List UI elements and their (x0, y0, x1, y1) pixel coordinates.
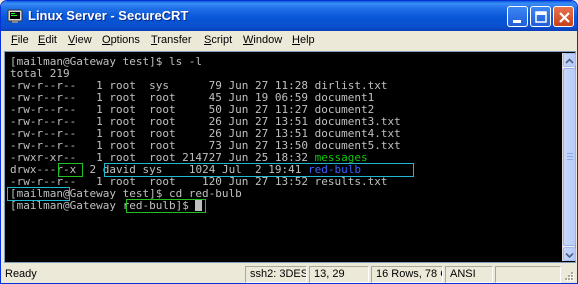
minimize-button[interactable] (507, 6, 528, 27)
securecrt-window: Linux Server - SecureCRT File Edit View … (0, 0, 578, 284)
terminal-frame: [mailman@Gateway test]$ ls -l total 219 … (4, 51, 576, 263)
scrollbar-grip-line (567, 159, 573, 160)
scrollbar-grip-line (567, 156, 573, 157)
close-icon (559, 12, 570, 23)
menu-options[interactable]: Options (102, 34, 140, 46)
menu-edit[interactable]: Edit (38, 34, 57, 46)
menu-file-label: ile (17, 34, 29, 46)
securecrt-app-icon[interactable] (7, 8, 23, 24)
scroll-down-button[interactable] (563, 247, 576, 261)
menu-window-accel: W (243, 34, 254, 46)
status-empty-panel (495, 266, 561, 283)
red-bulb-entry-highlight-box (104, 163, 414, 177)
menu-view[interactable]: View (68, 34, 92, 46)
maximize-icon (535, 11, 547, 23)
menu-options-label: ptions (110, 34, 140, 46)
menu-script[interactable]: Script (204, 34, 232, 46)
status-cursor-position: 13, 29 (309, 266, 369, 283)
mailman-user-highlight-box (7, 187, 70, 201)
menu-bar: File Edit View Options Transfer Script W… (4, 31, 574, 50)
scroll-up-arrow-icon (565, 58, 574, 64)
menu-options-accel: O (102, 34, 111, 46)
menu-help[interactable]: Help (292, 34, 315, 46)
vertical-scrollbar[interactable] (562, 53, 576, 261)
maximize-button[interactable] (530, 6, 551, 27)
prompt-dir-highlight-box (126, 199, 206, 213)
menu-transfer[interactable]: Transfer (151, 34, 192, 46)
status-terminal-size: 16 Rows, 78 Cols (371, 266, 443, 283)
scroll-up-button[interactable] (563, 53, 576, 67)
menu-view-label: iew (75, 34, 92, 46)
scrollbar-grip-line (567, 153, 573, 154)
scroll-down-arrow-icon (565, 252, 574, 259)
permission-highlight-box (58, 163, 83, 177)
status-ready: Ready (5, 268, 37, 280)
close-button[interactable] (553, 6, 574, 27)
window-title: Linux Server - SecureCRT (28, 8, 189, 23)
menu-file-accel: F (11, 34, 18, 46)
status-emulation-mode: ANSI (445, 266, 493, 283)
menu-help-label: elp (299, 34, 315, 46)
menu-window[interactable]: Window (243, 34, 282, 46)
menu-script-label: cript (211, 34, 233, 46)
scrollbar-thumb[interactable] (563, 68, 576, 246)
menu-transfer-label: ransfer (157, 34, 192, 46)
title-bar[interactable]: Linux Server - SecureCRT (1, 1, 577, 31)
status-cipher: ssh2: 3DES (245, 266, 307, 283)
menu-edit-label: dit (45, 34, 57, 46)
status-bar: Ready ssh2: 3DES 13, 29 16 Rows, 78 Cols… (1, 264, 577, 283)
menu-help-accel: H (292, 34, 300, 46)
resize-grip-icon[interactable] (563, 271, 575, 283)
menu-window-label: indow (253, 34, 283, 46)
minimize-icon (513, 20, 521, 23)
terminal-screen[interactable]: [mailman@Gateway test]$ ls -l total 219 … (6, 53, 561, 261)
menu-file[interactable]: File (11, 34, 29, 46)
